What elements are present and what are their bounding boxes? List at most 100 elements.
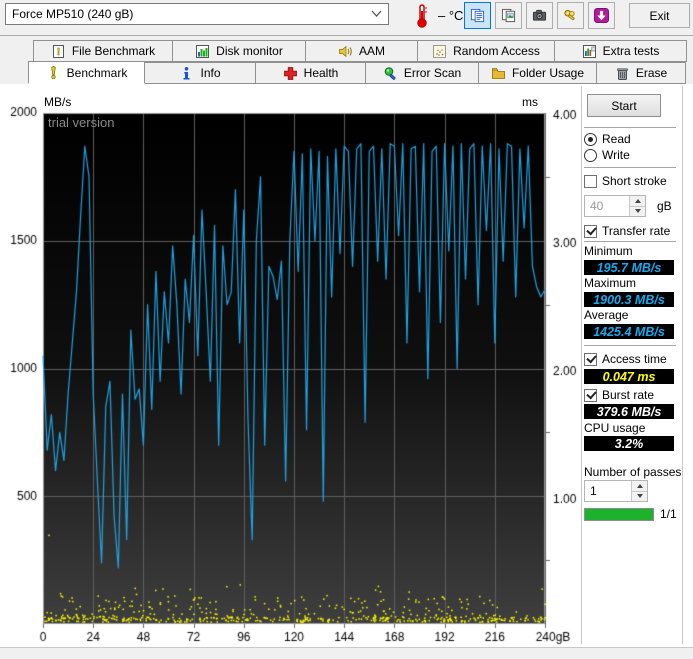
progress-text: 1/1 [660,507,677,521]
progress-bar [584,508,654,521]
tab-erase[interactable]: Erase [596,62,686,84]
read-label: Read [602,131,631,146]
gb-unit-label: gB [657,198,672,213]
progress-fill [585,509,653,520]
exclamation-icon [50,65,56,80]
tab-extra-tests[interactable]: Extra tests [554,40,687,62]
average-value: 1425.4 MB/s [584,324,674,339]
cpu-usage-label: CPU usage [584,421,646,435]
thermometer-icon [414,3,430,32]
copy-text-button[interactable] [464,2,491,29]
passes-label: Number of passes [584,465,682,479]
read-radio[interactable] [584,132,597,146]
tab-file-benchmark[interactable]: ! File Benchmark [33,40,173,62]
random-access-icon [433,44,447,58]
access-time-checkbox[interactable] [584,352,597,366]
trash-icon [616,67,628,80]
start-button[interactable]: Start [587,94,661,117]
tab-benchmark[interactable]: Benchmark [28,61,145,84]
health-cross-icon [283,66,297,80]
y-axis-right-unit: ms [522,95,538,109]
copy-image-button[interactable] [495,2,522,29]
short-stroke-size-row: 40 gB [584,195,680,217]
download-arrow-icon [594,8,609,23]
temperature-readout: – °C [438,8,464,23]
short-stroke-size-value: 40 [590,199,604,213]
maximum-value: 1900.3 MB/s [584,292,674,307]
access-time-row[interactable]: Access time [584,351,680,367]
short-stroke-row[interactable]: Short stroke [584,173,680,189]
burst-rate-row[interactable]: Burst rate [584,387,680,403]
options-button[interactable] [557,2,584,29]
short-stroke-size-spinner[interactable]: 40 [584,195,646,217]
divider [584,127,676,128]
drive-select-value: Force MP510 (240 gB) [12,7,134,21]
tab-label: Benchmark [66,65,128,80]
start-label: Start [611,98,637,113]
cpu-usage-value: 3.2% [584,436,674,451]
tab-strip-top: ! File Benchmark Disk monitor AAM Random… [33,40,687,62]
progress-row: 1/1 [584,508,680,521]
tab-label: Error Scan [403,66,462,80]
tab-strip-bottom: Benchmark Info Health Error Scan Folder … [28,61,686,84]
tab-label: File Benchmark [71,44,156,58]
write-radio-row[interactable]: Write [584,147,680,163]
tab-label: Folder Usage [511,66,585,80]
passes-spinner[interactable]: 1 [584,480,648,502]
speaker-icon [339,45,352,57]
minimum-label: Minimum [584,244,633,258]
tab-label: Disk monitor [216,44,283,58]
spin-down-button[interactable] [632,490,647,501]
read-radio-row[interactable]: Read [584,131,680,147]
burst-rate-value: 379.6 MB/s [584,404,674,419]
access-time-label: Access time [602,351,667,366]
transfer-rate-checkbox[interactable] [584,224,597,238]
toolbar: Force MP510 (240 gB) – °C Exit [0,0,693,36]
spin-down-button[interactable] [630,205,645,216]
tab-health[interactable]: Health [255,62,366,84]
extra-tests-icon [582,44,596,58]
maximum-label: Maximum [584,276,637,290]
burst-rate-label: Burst rate [602,387,655,402]
tab-error-scan[interactable]: Error Scan [365,62,479,84]
tab-random-access[interactable]: Random Access [417,40,555,62]
tab-aam[interactable]: AAM [305,40,418,62]
keys-icon [564,9,575,21]
panel-right-edge [682,86,683,644]
svg-text:!: ! [57,47,60,58]
tab-info[interactable]: Info [144,62,256,84]
tab-folder-usage[interactable]: Folder Usage [478,62,597,84]
disk-monitor-icon [196,44,210,58]
chevron-down-icon [371,9,382,20]
screenshot-button[interactable] [526,2,553,29]
exit-button[interactable]: Exit [629,3,690,28]
trial-version-watermark: trial version [48,115,115,130]
file-benchmark-icon: ! [52,44,64,58]
y-axis-left-unit: MB/s [44,95,72,109]
copy-text-icon [470,8,485,23]
benchmark-controls: Start Read Write Short stroke 40 gB Tran… [584,84,682,521]
short-stroke-checkbox[interactable] [584,174,597,188]
write-radio[interactable] [584,148,597,162]
passes-value: 1 [590,484,597,498]
tab-label: Random Access [453,44,540,58]
drive-select-dropdown[interactable]: Force MP510 (240 gB) [5,3,389,25]
write-label: Write [602,147,630,162]
camera-icon [532,9,547,21]
spin-up-button[interactable] [630,196,645,206]
divider [584,167,676,168]
tab-disk-monitor[interactable]: Disk monitor [172,40,306,62]
tab-label: AAM [358,44,385,58]
panel-divider [581,86,582,644]
tab-label: Info [200,66,221,80]
burst-rate-checkbox[interactable] [584,388,597,402]
folder-icon [492,67,505,79]
save-button[interactable] [588,2,615,29]
access-time-value: 0.047 ms [584,369,674,384]
benchmark-panel: MB/s ms trial version Start Read Write S… [0,84,693,650]
spin-up-button[interactable] [632,481,647,491]
tab-label: Health [303,66,339,80]
benchmark-chart [0,88,580,650]
minimum-value: 195.7 MB/s [584,260,674,275]
transfer-rate-row[interactable]: Transfer rate [584,223,680,239]
